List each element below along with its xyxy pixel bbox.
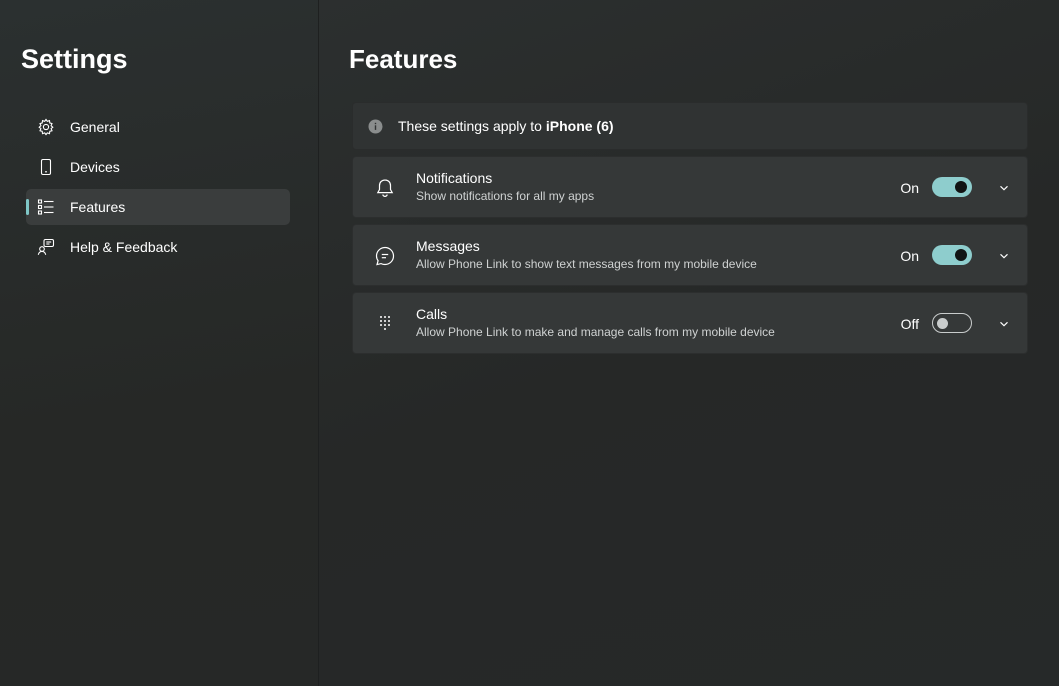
notifications-toggle[interactable] xyxy=(932,177,972,197)
sidebar-item-label: Devices xyxy=(70,159,120,175)
toggle-state-label: Off xyxy=(900,316,919,332)
dialpad-icon xyxy=(374,313,396,335)
settings-window: Settings General Devices Features Help &… xyxy=(0,0,1059,686)
device-info-prefix: These settings apply to xyxy=(398,118,546,134)
toggle-state-label: On xyxy=(900,248,919,264)
feature-description: Allow Phone Link to show text messages f… xyxy=(416,257,757,271)
messages-toggle[interactable] xyxy=(932,245,972,265)
sidebar: Settings General Devices Features Help &… xyxy=(0,0,319,686)
feature-title: Notifications xyxy=(416,170,493,186)
toggle-knob xyxy=(955,181,967,193)
feature-title: Calls xyxy=(416,306,448,322)
chat-bubble-icon xyxy=(374,245,396,267)
chevron-down-icon[interactable] xyxy=(997,317,1011,331)
sidebar-item-label: Help & Feedback xyxy=(70,239,178,255)
sidebar-item-general[interactable]: General xyxy=(26,109,290,145)
chevron-down-icon[interactable] xyxy=(997,249,1011,263)
info-icon xyxy=(368,119,383,134)
feature-card-notifications: Notifications Show notifications for all… xyxy=(352,156,1028,218)
sidebar-nav: General Devices Features Help & Feedback xyxy=(26,109,290,269)
sidebar-item-label: Features xyxy=(70,199,126,215)
bell-icon xyxy=(374,177,396,199)
feature-description: Show notifications for all my apps xyxy=(416,189,595,203)
list-icon xyxy=(37,198,55,216)
toggle-knob xyxy=(955,249,967,261)
feature-card-messages: Messages Allow Phone Link to show text m… xyxy=(352,224,1028,286)
sidebar-title: Settings xyxy=(21,44,128,74)
feature-title: Messages xyxy=(416,238,480,254)
sidebar-item-devices[interactable]: Devices xyxy=(26,149,290,185)
calls-toggle[interactable] xyxy=(932,313,972,333)
device-name: iPhone (6) xyxy=(545,118,614,134)
chevron-down-icon[interactable] xyxy=(997,181,1011,195)
toggle-state-label: On xyxy=(900,180,919,196)
device-info-banner: These settings apply to iPhone (6) xyxy=(352,102,1028,150)
main-content: Features These settings apply to iPhone … xyxy=(319,0,1059,686)
sidebar-item-label: General xyxy=(70,119,120,135)
device-info-text: These settings apply to iPhone (6) xyxy=(398,118,614,134)
feature-card-calls: Calls Allow Phone Link to make and manag… xyxy=(352,292,1028,354)
gear-icon xyxy=(37,118,55,136)
phone-icon xyxy=(37,158,55,176)
feature-description: Allow Phone Link to make and manage call… xyxy=(416,325,775,339)
selection-indicator xyxy=(26,199,29,215)
help-feedback-icon xyxy=(37,238,55,256)
sidebar-item-features[interactable]: Features xyxy=(26,189,290,225)
sidebar-item-help-feedback[interactable]: Help & Feedback xyxy=(26,229,290,265)
page-title: Features xyxy=(349,44,458,74)
toggle-knob xyxy=(937,317,948,329)
